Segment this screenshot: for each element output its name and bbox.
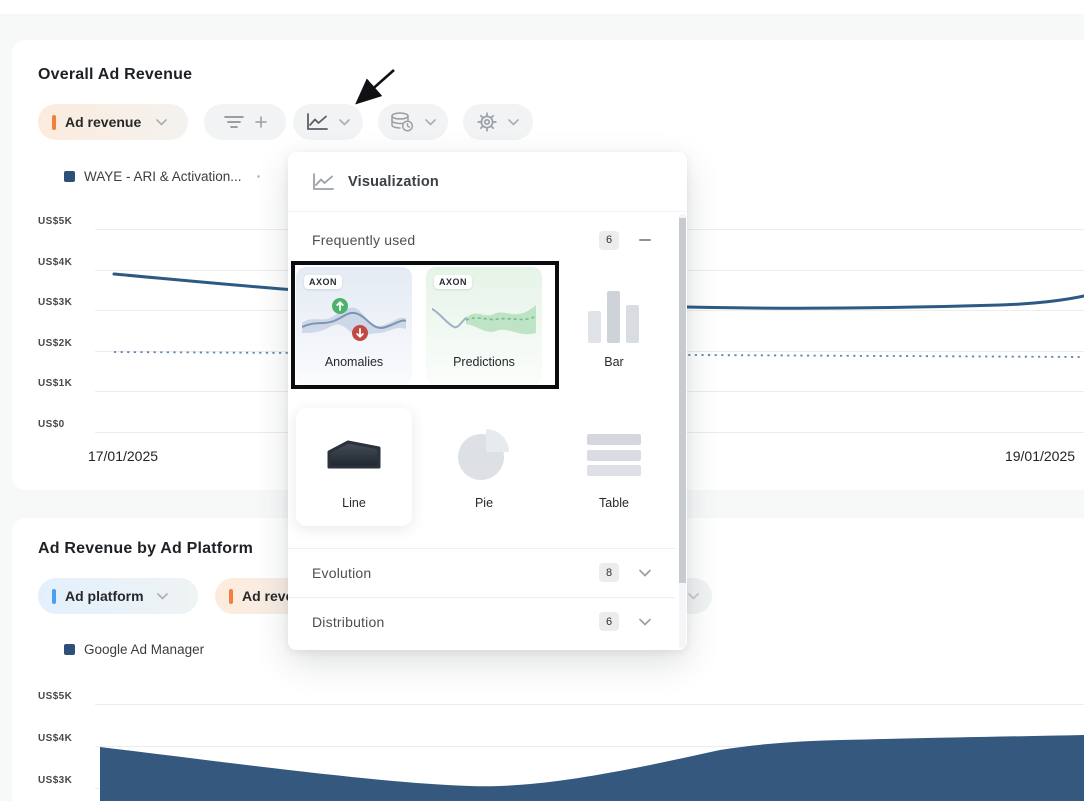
dropdown-header: Visualization <box>288 152 687 212</box>
x-axis-label: 19/01/2025 <box>985 448 1084 464</box>
y-axis-label: US$0 <box>38 419 65 430</box>
y-axis-label: US$5K <box>38 216 72 227</box>
y-axis-label: US$2K <box>38 338 72 349</box>
line-chart-icon <box>306 113 328 131</box>
tile-label: Predictions <box>426 355 542 369</box>
tile-label: Anomalies <box>296 355 412 369</box>
viz-tile-pie[interactable]: Pie <box>426 408 542 526</box>
section-label: Distribution <box>312 614 599 630</box>
gear-icon <box>477 112 497 132</box>
legend-more-dot: · <box>257 169 262 184</box>
viz-tile-line-selected[interactable]: Line <box>296 408 412 526</box>
tile-thumbnail: AXON Anomalies <box>296 267 412 385</box>
visualization-dropdown: Visualization Frequently used 6 AXON Ano… <box>288 152 687 650</box>
pie-chart-icon <box>455 426 513 484</box>
y-axis-label: US$4K <box>38 733 72 744</box>
chevron-down-icon <box>508 119 519 126</box>
section-label: Frequently used <box>312 232 599 248</box>
section-distribution[interactable]: Distribution 6 <box>288 597 675 645</box>
visualization-button[interactable] <box>293 104 363 140</box>
axon-badge: AXON <box>304 275 342 289</box>
count-badge: 6 <box>599 231 619 250</box>
chip-accent-bar <box>52 115 56 130</box>
section1-title: Overall Ad Revenue <box>38 66 192 84</box>
tile-thumbnail: Line <box>296 408 412 526</box>
chevron-down-icon <box>425 119 436 126</box>
tile-thumbnail: Bar <box>556 267 672 385</box>
viz-tile-predictions[interactable]: AXON Predictions <box>426 267 542 385</box>
section-frequently-used[interactable]: Frequently used 6 <box>288 216 675 264</box>
chevron-down-icon[interactable] <box>639 569 651 577</box>
plus-icon <box>255 116 267 128</box>
tile-label: Line <box>296 496 412 510</box>
x-axis-label: 17/01/2025 <box>68 448 178 464</box>
metric-chip-ad-revenue[interactable]: Ad revenue <box>38 104 188 140</box>
tile-thumbnail: Pie <box>426 408 542 526</box>
settings-button[interactable] <box>463 104 533 140</box>
chip-accent-bar <box>52 589 56 604</box>
data-source-button[interactable] <box>378 104 448 140</box>
y-axis-label: US$3K <box>38 297 72 308</box>
viz-tile-table[interactable]: Table <box>556 408 672 526</box>
collapse-minus-icon[interactable] <box>639 238 651 242</box>
tile-thumbnail: Table <box>556 408 672 526</box>
gridline <box>95 704 1084 705</box>
dropdown-scrollbar-thumb[interactable] <box>679 218 686 583</box>
section-label: Evolution <box>312 565 599 581</box>
section2-title: Ad Revenue by Ad Platform <box>38 540 253 558</box>
chevron-down-icon <box>156 119 167 126</box>
anomalies-preview-icon <box>302 293 406 347</box>
legend-google-ad-manager[interactable]: Google Ad Manager <box>64 642 204 657</box>
tile-label: Bar <box>556 355 672 369</box>
dimension-chip-ad-platform[interactable]: Ad platform <box>38 578 198 614</box>
viz-tile-anomalies[interactable]: AXON Anomalies <box>296 267 412 385</box>
filter-button[interactable] <box>204 104 286 140</box>
chevron-down-icon <box>157 593 168 600</box>
chip-label: Ad revenue <box>65 114 141 130</box>
chip-label: Ad platform <box>65 588 144 604</box>
dashboard-page: Overall Ad Revenue Ad revenue <box>0 0 1084 801</box>
count-badge: 6 <box>599 612 619 631</box>
chip-accent-bar <box>229 589 233 604</box>
table-icon <box>587 434 641 476</box>
tile-label: Pie <box>426 496 542 510</box>
axon-badge: AXON <box>434 275 472 289</box>
section-evolution[interactable]: Evolution 8 <box>288 548 675 596</box>
legend-series-1[interactable]: WAYE - ARI & Activation... · <box>64 169 261 184</box>
viz-tile-bar[interactable]: Bar <box>556 267 672 385</box>
y-axis-label: US$4K <box>38 257 72 268</box>
y-axis-label: US$5K <box>38 691 72 702</box>
top-strip <box>0 0 1084 14</box>
dropdown-title: Visualization <box>348 174 439 190</box>
legend-label: WAYE - ARI & Activation... <box>84 169 242 184</box>
legend-swatch <box>64 171 75 182</box>
line-chart-icon <box>312 173 334 191</box>
count-badge: 8 <box>599 563 619 582</box>
legend-swatch <box>64 644 75 655</box>
area-line-icon <box>326 438 382 470</box>
gridline <box>95 788 1084 789</box>
tile-thumbnail: AXON Predictions <box>426 267 542 385</box>
database-clock-icon <box>390 112 414 132</box>
filter-icon <box>224 115 244 129</box>
tile-label: Table <box>556 496 672 510</box>
chevron-down-icon <box>688 593 699 600</box>
y-axis-label: US$3K <box>38 775 72 786</box>
chevron-down-icon[interactable] <box>639 618 651 626</box>
chevron-down-icon <box>339 119 350 126</box>
predictions-preview-icon <box>432 293 536 347</box>
gridline <box>95 746 1084 747</box>
legend-label: Google Ad Manager <box>84 642 204 657</box>
bar-chart-icon <box>588 291 640 343</box>
y-axis-label: US$1K <box>38 378 72 389</box>
